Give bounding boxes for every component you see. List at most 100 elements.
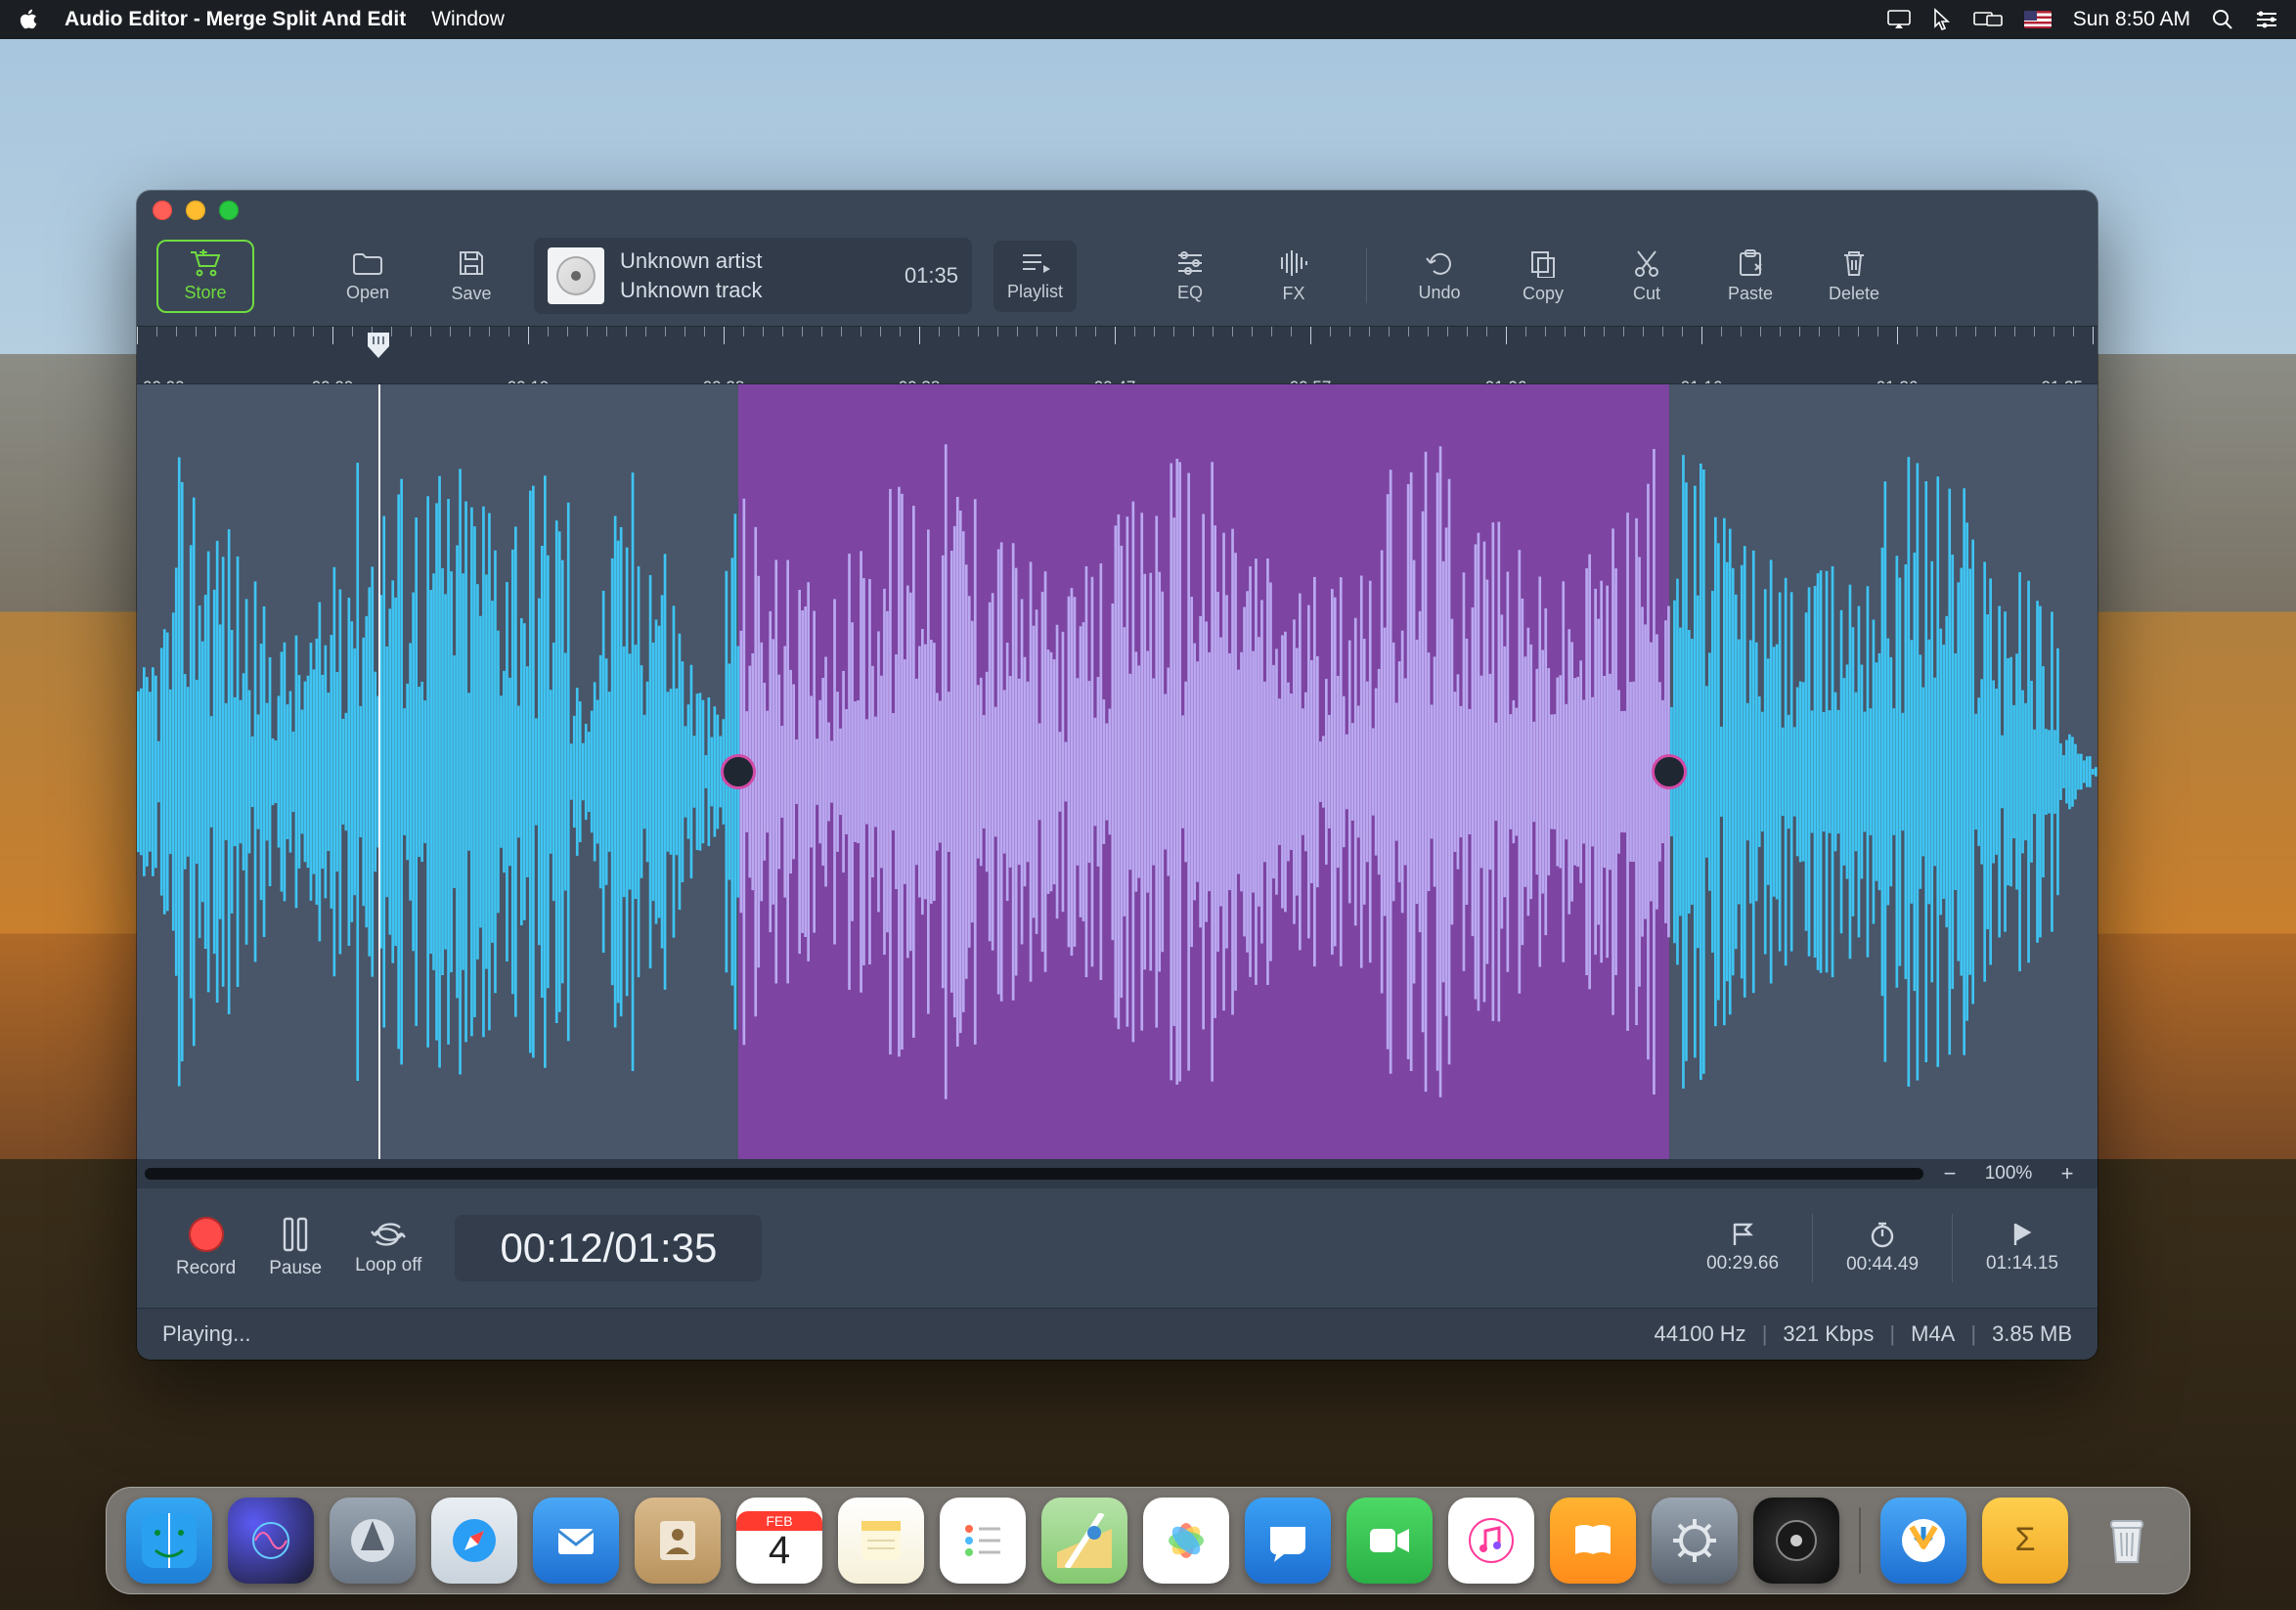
dock-launchpad[interactable] [330, 1498, 416, 1584]
window-titlebar[interactable] [137, 191, 2097, 230]
playlist-button[interactable]: Playlist [993, 241, 1077, 312]
dock-finder[interactable] [126, 1498, 212, 1584]
displays-icon[interactable] [1973, 10, 2003, 29]
copy-label: Copy [1523, 284, 1564, 304]
selection-start-readout[interactable]: 00:29.66 [1706, 1222, 1779, 1275]
album-art-icon [548, 247, 604, 304]
toolbar-divider [1366, 248, 1367, 303]
selection-end-readout[interactable]: 00:44.49 [1846, 1221, 1919, 1275]
ruler-tick: 00:19 [508, 378, 550, 384]
dock-siri[interactable] [228, 1498, 314, 1584]
window-traffic-lights [153, 201, 239, 220]
sample-rate: 44100 Hz [1655, 1321, 1746, 1347]
sel-end-value: 00:44.49 [1846, 1254, 1919, 1275]
filesize: 3.85 MB [1992, 1321, 2072, 1347]
playback-state: Playing... [162, 1321, 251, 1347]
paste-label: Paste [1728, 284, 1773, 304]
save-label: Save [451, 284, 491, 304]
selection-start-handle[interactable] [721, 754, 756, 789]
flag-icon[interactable] [2024, 11, 2052, 28]
dock-safari[interactable] [431, 1498, 517, 1584]
window-close-button[interactable] [153, 201, 172, 220]
sel-start-value: 00:29.66 [1706, 1253, 1779, 1275]
dock-folder[interactable]: Σ [1982, 1498, 2068, 1584]
dock-mail[interactable] [533, 1498, 619, 1584]
dock-calendar[interactable]: FEB4 [736, 1498, 822, 1584]
timeline-ruler[interactable]: 00:00 00:09 00:19 00:28 00:38 00:47 00:5… [137, 326, 2097, 384]
bitrate: 321 Kbps [1783, 1321, 1874, 1347]
loop-label: Loop off [355, 1255, 421, 1276]
undo-button[interactable]: Undo [1398, 246, 1480, 307]
paste-button[interactable]: Paste [1709, 245, 1791, 308]
selection-duration-readout[interactable]: 01:14.15 [1986, 1222, 2058, 1275]
undo-label: Undo [1419, 283, 1461, 303]
dock-maps[interactable] [1041, 1498, 1127, 1584]
menubar-app-name[interactable]: Audio Editor - Merge Split And Edit [65, 8, 406, 31]
dock-ibooks[interactable] [1550, 1498, 1636, 1584]
eq-button[interactable]: EQ [1149, 246, 1231, 307]
menubar-clock[interactable]: Sun 8:50 AM [2073, 8, 2190, 31]
control-center-icon[interactable] [2255, 11, 2278, 28]
track-title: Unknown track [620, 278, 763, 303]
track-artist: Unknown artist [620, 248, 763, 274]
dock-downloads[interactable] [1880, 1498, 1966, 1584]
store-label: Store [184, 283, 226, 303]
save-button[interactable]: Save [430, 245, 512, 308]
dock-trash[interactable] [2084, 1498, 2170, 1584]
dock-itunes[interactable] [1448, 1498, 1534, 1584]
ruler-tick: 01:06 [1485, 378, 1527, 384]
selection-end-handle[interactable] [1652, 754, 1687, 789]
record-icon [189, 1217, 224, 1252]
playhead-marker-icon[interactable] [364, 331, 393, 360]
toolbar: Store Open Save Unknown artist Unknown t… [137, 230, 2097, 326]
playhead-line[interactable] [378, 384, 380, 1159]
pause-icon [281, 1217, 310, 1252]
dock-photos[interactable] [1143, 1498, 1229, 1584]
cursor-icon[interactable] [1932, 8, 1952, 31]
dock-separator [1859, 1507, 1861, 1574]
cut-label: Cut [1633, 284, 1660, 304]
fx-button[interactable]: FX [1253, 245, 1335, 308]
spotlight-icon[interactable] [2212, 9, 2233, 30]
window-minimize-button[interactable] [186, 201, 205, 220]
dock-audio-editor[interactable] [1753, 1498, 1839, 1584]
delete-button[interactable]: Delete [1813, 245, 1895, 308]
playlist-label: Playlist [1007, 282, 1063, 302]
copy-button[interactable]: Copy [1502, 245, 1584, 308]
dock-notes[interactable] [838, 1498, 924, 1584]
fx-label: FX [1283, 284, 1305, 304]
zoom-in-button[interactable]: + [2053, 1163, 2082, 1185]
zoom-out-button[interactable]: − [1935, 1163, 1965, 1185]
menubar-window[interactable]: Window [431, 8, 505, 31]
ruler-tick: 00:28 [703, 378, 745, 384]
ruler-tick: 01:35 [2041, 378, 2083, 384]
ruler-tick: 00:09 [312, 378, 354, 384]
dock-settings[interactable] [1652, 1498, 1738, 1584]
open-label: Open [346, 283, 389, 303]
dock-reminders[interactable] [940, 1498, 1026, 1584]
loop-button[interactable]: Loop off [355, 1220, 421, 1276]
window-zoom-button[interactable] [219, 201, 239, 220]
zoom-scrollbar[interactable] [145, 1168, 1923, 1180]
dock-messages[interactable] [1245, 1498, 1331, 1584]
flag-start-icon [1730, 1222, 1755, 1247]
pause-button[interactable]: Pause [269, 1217, 322, 1279]
loop-icon [369, 1220, 408, 1249]
screen-mirror-icon[interactable] [1887, 10, 1911, 29]
cut-button[interactable]: Cut [1606, 245, 1688, 308]
ruler-tick: 01:16 [1681, 378, 1723, 384]
ruler-tick: 01:26 [1877, 378, 1919, 384]
store-button[interactable]: Store [156, 240, 254, 313]
open-button[interactable]: Open [327, 246, 409, 307]
record-button[interactable]: Record [176, 1217, 236, 1279]
apple-icon[interactable] [18, 8, 39, 31]
ruler-tick: 00:00 [143, 378, 185, 384]
waveform-area[interactable] [137, 384, 2097, 1159]
transport-divider [1812, 1214, 1813, 1282]
flag-end-icon [2011, 1222, 2033, 1247]
ruler-tick: 00:47 [1094, 378, 1136, 384]
dock-facetime[interactable] [1347, 1498, 1433, 1584]
status-bar: Playing... 44100 Hz| 321 Kbps| M4A| 3.85… [137, 1308, 2097, 1360]
pause-label: Pause [269, 1258, 322, 1279]
dock-contacts[interactable] [635, 1498, 721, 1584]
